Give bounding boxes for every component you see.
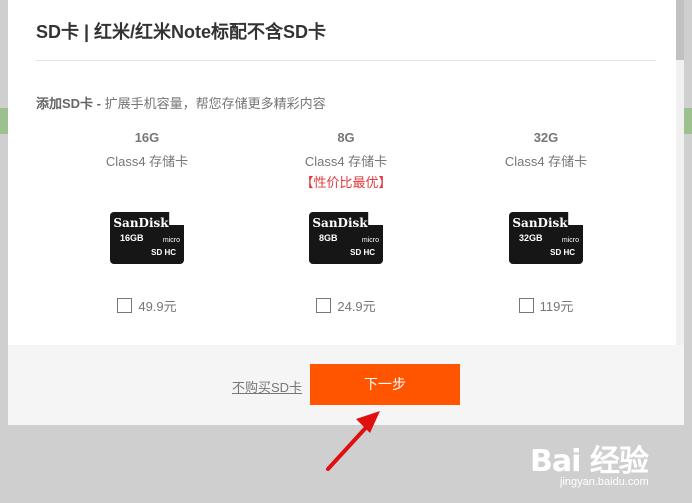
card-size: 16GB: [120, 233, 144, 243]
product-card-32g[interactable]: 32G Class4 存储卡 SanDisk 32GB micro SD HC …: [461, 130, 631, 314]
price-option[interactable]: 49.9元: [62, 296, 232, 315]
card-description: Class4 存储卡: [304, 154, 388, 169]
sd-card-image: SanDisk 16GB micro SD HC: [110, 212, 184, 264]
skip-sd-card-link[interactable]: 不购买SD卡: [232, 377, 302, 396]
dialog-subtitle: 添加SD卡 - 扩展手机容量，帮您存储更多精彩内容: [36, 93, 326, 112]
annotation-arrow-icon: [326, 411, 380, 471]
title-divider: [36, 60, 656, 61]
sd-card-image: SanDisk 32GB micro SD HC: [509, 212, 583, 264]
card-size: 32GB: [519, 233, 543, 243]
scrollbar-thumb[interactable]: [676, 0, 684, 60]
card-brand: SanDisk: [312, 216, 368, 230]
card-size: 8GB: [319, 233, 338, 243]
price-option[interactable]: 24.9元: [261, 296, 431, 315]
baidu-watermark: Bai 经验 jingyan.baidu.com: [530, 436, 680, 488]
select-checkbox[interactable]: [117, 298, 133, 313]
price-label: 49.9元: [138, 299, 177, 314]
promo-label: 【性价比最优】: [300, 175, 392, 190]
capacity-label: 16G: [134, 130, 160, 145]
price-label: 119元: [539, 299, 574, 314]
card-hc-text: SD HC: [151, 248, 176, 257]
card-micro-text: micro: [162, 237, 180, 244]
capacity-label: 8G: [337, 130, 355, 145]
subtitle-strong: 添加SD卡 -: [36, 96, 102, 111]
watermark-url: jingyan.baidu.com: [560, 476, 649, 488]
price-label: 24.9元: [337, 299, 376, 314]
card-description: Class4 存储卡: [105, 154, 189, 169]
product-card-8g[interactable]: 8G Class4 存储卡 【性价比最优】 SanDisk 8GB micro …: [261, 130, 431, 314]
card-micro-text: micro: [361, 237, 379, 244]
card-brand: SanDisk: [113, 216, 169, 230]
card-hc-text: SD HC: [550, 248, 575, 257]
dialog-title: SD卡 | 红米/红米Note标配不含SD卡: [36, 22, 327, 42]
select-checkbox[interactable]: [316, 298, 332, 313]
capacity-label: 32G: [533, 130, 559, 145]
card-brand: SanDisk: [512, 216, 568, 230]
backdrop-edge: [684, 108, 692, 134]
watermark-logo: Bai 经验: [530, 444, 649, 479]
backdrop-edge: [0, 108, 8, 134]
subtitle-text: 扩展手机容量，帮您存储更多精彩内容: [101, 96, 326, 111]
card-description: Class4 存储卡: [504, 154, 588, 169]
sd-card-image: SanDisk 8GB micro SD HC: [309, 212, 383, 264]
card-micro-text: micro: [561, 237, 579, 244]
select-checkbox[interactable]: [518, 298, 534, 313]
product-card-16g[interactable]: 16G Class4 存储卡 SanDisk 16GB micro SD HC …: [62, 130, 232, 314]
price-option[interactable]: 119元: [461, 296, 631, 315]
card-hc-text: SD HC: [350, 248, 375, 257]
